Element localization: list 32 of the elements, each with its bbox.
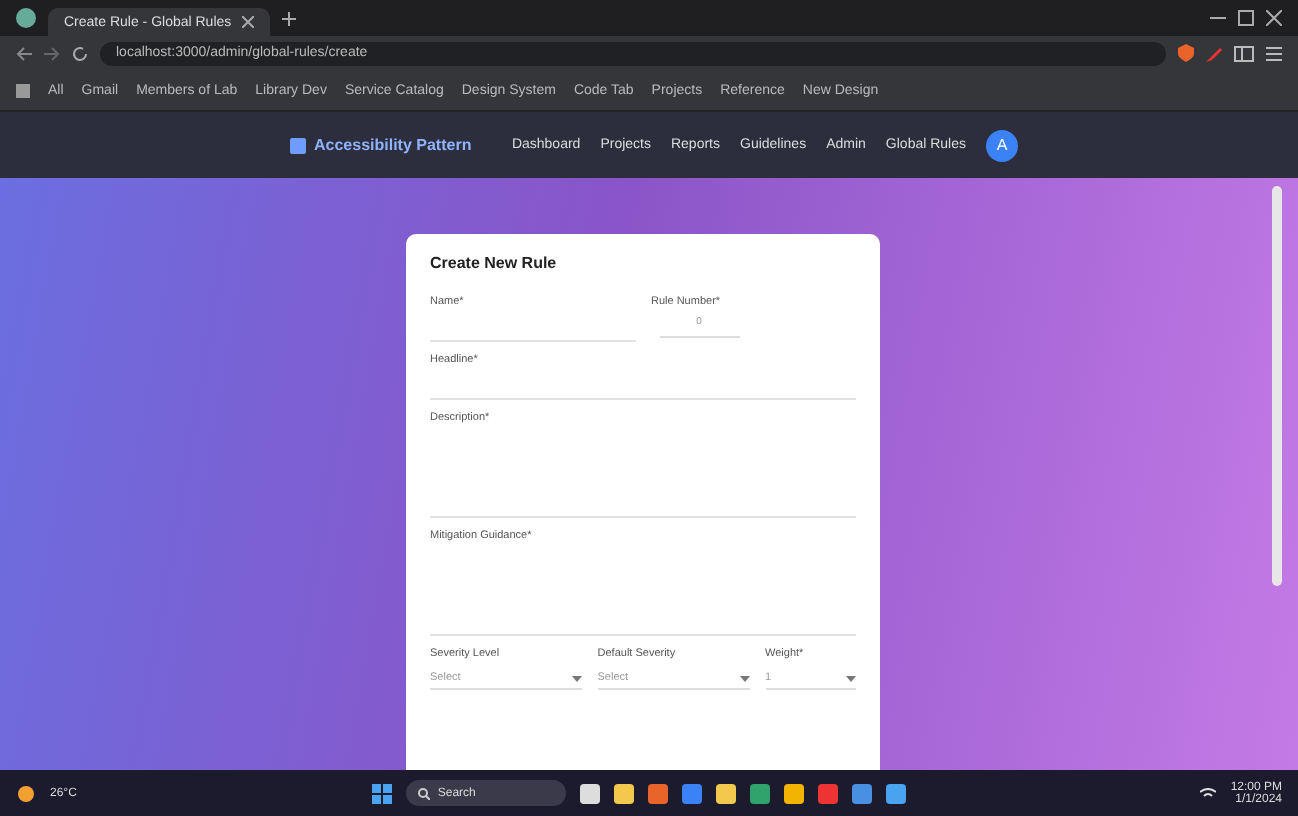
back-icon[interactable]: [16, 45, 32, 61]
app-icon[interactable]: [749, 783, 770, 803]
shield-icon[interactable]: [1178, 44, 1194, 62]
new-tab-icon[interactable]: [282, 11, 296, 25]
close-icon[interactable]: [241, 16, 254, 28]
logo-icon: [290, 137, 306, 153]
sidebar-icon[interactable]: [1234, 45, 1254, 61]
app-icon[interactable]: [579, 783, 600, 803]
start-icon[interactable]: [371, 783, 392, 803]
site-brand[interactable]: Accessibility Pattern: [314, 136, 472, 154]
reload-icon[interactable]: [72, 45, 88, 61]
app-icon[interactable]: [613, 783, 634, 803]
browser-logo-icon: [16, 8, 36, 28]
user-avatar[interactable]: A: [986, 129, 1018, 161]
menu-icon[interactable]: [1266, 45, 1282, 61]
app-icon[interactable]: [783, 783, 804, 803]
apps-icon[interactable]: [16, 83, 30, 97]
form-title: Create New Rule: [430, 254, 559, 272]
scrollbar[interactable]: [1272, 186, 1282, 586]
app-icon[interactable]: [885, 783, 906, 803]
app-icon[interactable]: [647, 783, 668, 803]
pen-icon[interactable]: [1206, 45, 1222, 61]
app-icon[interactable]: [715, 783, 736, 803]
caret-icon: [571, 675, 582, 681]
maximize-icon[interactable]: [1238, 10, 1254, 26]
weather-icon: [16, 783, 36, 803]
caret-icon: [739, 675, 750, 681]
close-icon[interactable]: [1266, 10, 1282, 26]
search-icon: [417, 787, 430, 799]
caret-icon: [846, 675, 856, 681]
wifi-icon: [1200, 787, 1217, 799]
app-icon[interactable]: [851, 783, 872, 803]
